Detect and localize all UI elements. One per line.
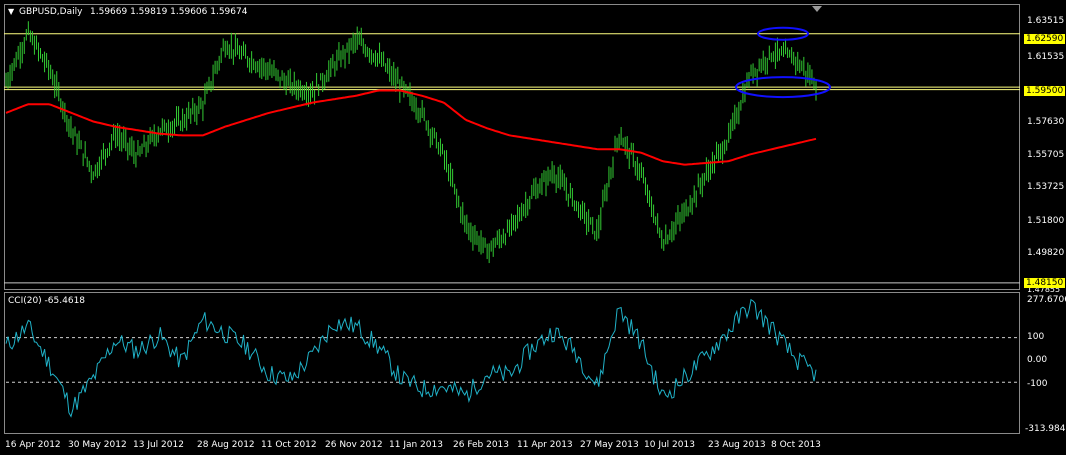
cci-tick: -313.9847 [1025, 424, 1066, 434]
cci-line [5, 298, 817, 418]
chart-canvas [4, 6, 1020, 418]
date-tick: 11 Apr 2013 [517, 440, 573, 450]
price-level-label: 1.59500 [1024, 86, 1066, 96]
cci-tick: 0.00 [1027, 355, 1048, 365]
cci-tick: -100 [1027, 379, 1048, 389]
price-tick: 1.51800 [1027, 216, 1065, 226]
date-tick: 16 Apr 2012 [5, 440, 61, 450]
cci-label: CCI(20) -65.4618 [8, 296, 86, 306]
price-tick: 1.63515 [1027, 16, 1065, 26]
date-tick: 10 Jul 2013 [644, 440, 695, 450]
date-tick: 27 May 2013 [580, 440, 639, 450]
price-tick: 1.53725 [1027, 182, 1065, 192]
date-tick: 11 Oct 2012 [261, 440, 317, 450]
chart-window: ▼ GBPUSD,Daily 1.59669 1.59819 1.59606 1… [0, 0, 1066, 455]
price-tick: 1.57630 [1027, 117, 1065, 127]
date-tick: 11 Jan 2013 [389, 440, 443, 450]
price-tick: 1.55705 [1027, 150, 1065, 160]
date-tick: 8 Oct 2013 [771, 440, 821, 450]
price-level-label: 1.48150 [1024, 278, 1066, 288]
price-level-label: 1.62590 [1024, 34, 1066, 44]
cci-tick: 277.6706 [1027, 295, 1066, 305]
cci-tick: 100 [1027, 332, 1045, 342]
date-tick: 28 Aug 2012 [197, 440, 255, 450]
date-tick: 13 Jul 2012 [133, 440, 184, 450]
date-tick: 23 Aug 2013 [708, 440, 766, 450]
price-tick: 1.49820 [1027, 248, 1065, 258]
date-tick: 26 Nov 2012 [325, 440, 383, 450]
date-tick: 26 Feb 2013 [453, 440, 510, 450]
price-tick: 1.61535 [1027, 52, 1065, 62]
date-tick: 30 May 2012 [68, 440, 127, 450]
chart-shift-marker-icon [812, 6, 822, 12]
